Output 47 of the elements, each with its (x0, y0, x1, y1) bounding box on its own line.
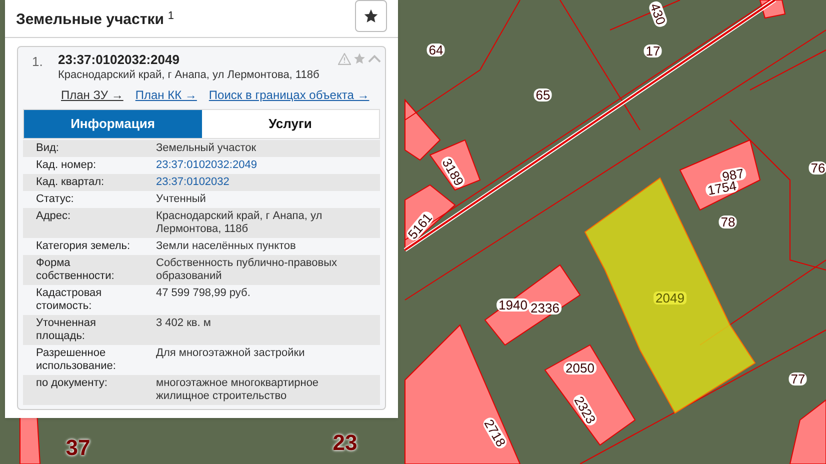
panel-title: Земельные участки $^{1}$ (16, 9, 174, 30)
field-label: Кад. номер: (36, 159, 98, 172)
plan-link[interactable]: Поиск в границах объекта → (208, 86, 370, 104)
parcel-number: 76 (808, 162, 826, 174)
field-link[interactable]: 23:37:0102032:2049 (156, 159, 257, 172)
field-label: Форма собственности: (36, 257, 116, 283)
result-address: Краснодарский край, г Анапа, ул Лермонтова, 118б (58, 68, 320, 82)
field-value: Для многоэтажной застройки (156, 347, 306, 361)
field-value: 3 402 кв. м (156, 317, 212, 331)
field-label: Разрешенное использование: (36, 347, 117, 373)
tab[interactable]: Услуги (202, 110, 379, 138)
field-value: Краснодарский край, г Анапа, ул Лермонтова, 118б (156, 210, 324, 236)
cadastral-number: 23:37:0102032:2049 (58, 52, 180, 68)
collapse-chevron-icon[interactable] (368, 54, 381, 64)
building-footprint (404, 98, 441, 161)
tab[interactable]: Информация (24, 110, 202, 138)
field-label: Уточненная площадь: (36, 317, 97, 343)
field-label: Адрес: (36, 210, 72, 224)
quarter-number: 37 (66, 437, 90, 459)
field-label: Кадастровая стоимость: (36, 287, 103, 313)
result-count: 1 (168, 10, 174, 22)
parcel-number: 1940 (496, 298, 530, 312)
field-label: Статус: (36, 193, 75, 206)
plan-link[interactable]: План КК → (135, 86, 197, 104)
parcel-number: 2049 (654, 292, 686, 304)
field-value: Земельный участок (156, 142, 258, 155)
field-label: Категория земель: (36, 240, 132, 253)
field-label: по документу: (36, 377, 108, 391)
plan-link[interactable]: План ЗУ → (61, 86, 124, 104)
star-icon (363, 8, 379, 24)
building-footprint (789, 398, 826, 464)
field-link[interactable]: 23:37:0102032 (156, 176, 230, 189)
favorite-button[interactable] (355, 0, 387, 32)
field-value: многоэтажное многоквартирное жилищное строительство (156, 377, 320, 403)
star-icon[interactable] (353, 52, 366, 65)
parcel-number: 2050 (564, 362, 596, 374)
parcel-number: 2336 (528, 302, 562, 314)
building-footprint (759, 0, 786, 19)
field-label: Вид: (36, 142, 60, 155)
warning-icon[interactable] (338, 52, 351, 64)
field-value: Учтенный (156, 193, 207, 206)
field-label: Кад. квартал: (36, 176, 106, 189)
quarter-number: 23 (332, 432, 358, 454)
field-value: 47 599 798,99 руб. (156, 287, 252, 301)
field-value: Земли населённых пунктов (156, 240, 297, 253)
field-value: Собственность публично-правовых образований (156, 257, 338, 283)
result-index: 1. (32, 53, 44, 71)
